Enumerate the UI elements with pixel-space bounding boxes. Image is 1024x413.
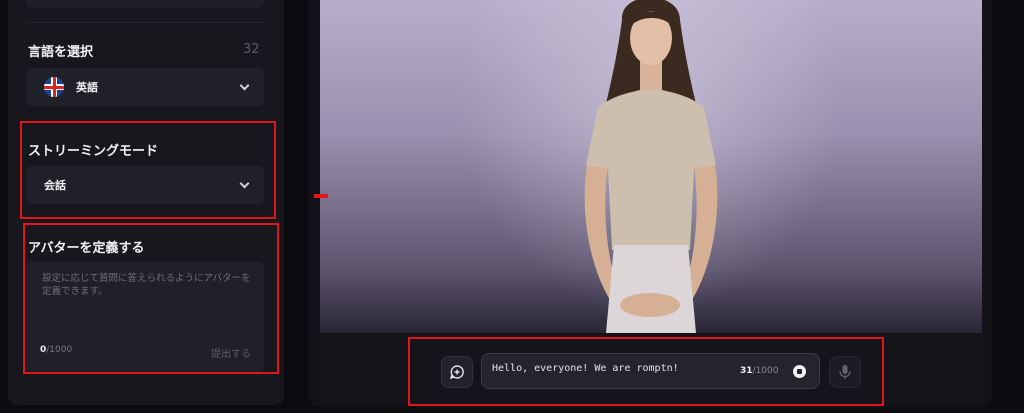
language-title: 言語を選択 — [28, 45, 94, 60]
highlight-marker — [314, 194, 328, 198]
divider — [26, 22, 264, 23]
highlight-streaming-mode — [20, 121, 276, 219]
avatar-figure — [584, 0, 718, 333]
app-root: 言語を選択 32 英語 ストリーミングモード 会話 アバターを定義する 設定に応… — [0, 0, 1024, 413]
language-count: 32 — [243, 42, 260, 57]
language-select[interactable]: 英語 — [26, 68, 264, 106]
highlight-define-avatar — [23, 223, 279, 374]
chevron-down-icon — [239, 80, 250, 90]
highlight-chat-bar — [408, 337, 884, 406]
previous-field[interactable] — [26, 0, 264, 8]
uk-flag-icon — [44, 77, 64, 97]
avatar-video — [320, 0, 982, 333]
language-select-value: 英語 — [76, 81, 98, 94]
